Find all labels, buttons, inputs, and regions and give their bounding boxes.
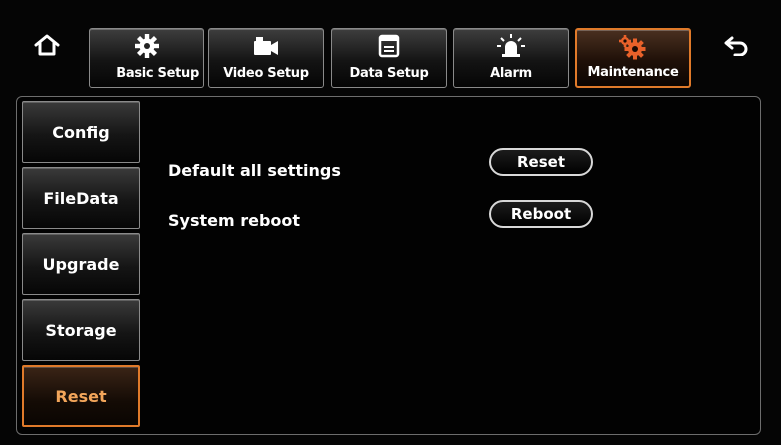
sidebar-item-filedata[interactable]: FileData <box>22 167 140 229</box>
sidebar-item-reset[interactable]: Reset <box>22 365 140 427</box>
sidebar-item-label: Upgrade <box>42 254 120 274</box>
sidebar-item-label: FileData <box>43 188 119 208</box>
maintenance-gears-icon <box>619 35 646 60</box>
tab-maintenance-label: Maintenance <box>587 65 679 80</box>
reboot-button[interactable]: Reboot <box>489 200 593 228</box>
tab-alarm-label: Alarm <box>490 66 532 81</box>
back-button[interactable] <box>712 20 762 70</box>
reset-button[interactable]: Reset <box>489 148 593 176</box>
tab-data-setup-label: Data Setup <box>349 66 429 81</box>
tab-alarm[interactable]: Alarm <box>453 28 569 88</box>
sidebar-item-upgrade[interactable]: Upgrade <box>22 233 140 295</box>
sidebar-item-label: Storage <box>45 320 117 340</box>
home-button[interactable] <box>22 20 72 70</box>
tab-basic-setup[interactable]: Basic Setup <box>89 28 204 88</box>
camera-icon <box>254 37 278 55</box>
default-all-settings-label: Default all settings <box>168 161 341 180</box>
sidebar-item-config[interactable]: Config <box>22 101 140 163</box>
tab-maintenance[interactable]: Maintenance <box>575 28 691 88</box>
back-arrow-icon <box>724 36 748 56</box>
gear-icon <box>134 34 159 58</box>
dvr-maintenance-screen: Basic Setup Video Setup Data Setup Alarm… <box>0 0 781 445</box>
sidebar-item-label: Config <box>52 122 110 142</box>
data-window-icon <box>378 34 400 58</box>
system-reboot-label: System reboot <box>168 211 301 230</box>
sidebar-item-storage[interactable]: Storage <box>22 299 140 361</box>
tab-basic-setup-label: Basic Setup <box>116 66 199 81</box>
tab-data-setup[interactable]: Data Setup <box>331 28 447 88</box>
sidebar-item-label: Reset <box>55 386 107 406</box>
home-icon <box>34 34 60 56</box>
alarm-light-icon <box>497 34 525 57</box>
tab-video-setup-label: Video Setup <box>223 66 309 81</box>
tab-video-setup[interactable]: Video Setup <box>208 28 324 88</box>
